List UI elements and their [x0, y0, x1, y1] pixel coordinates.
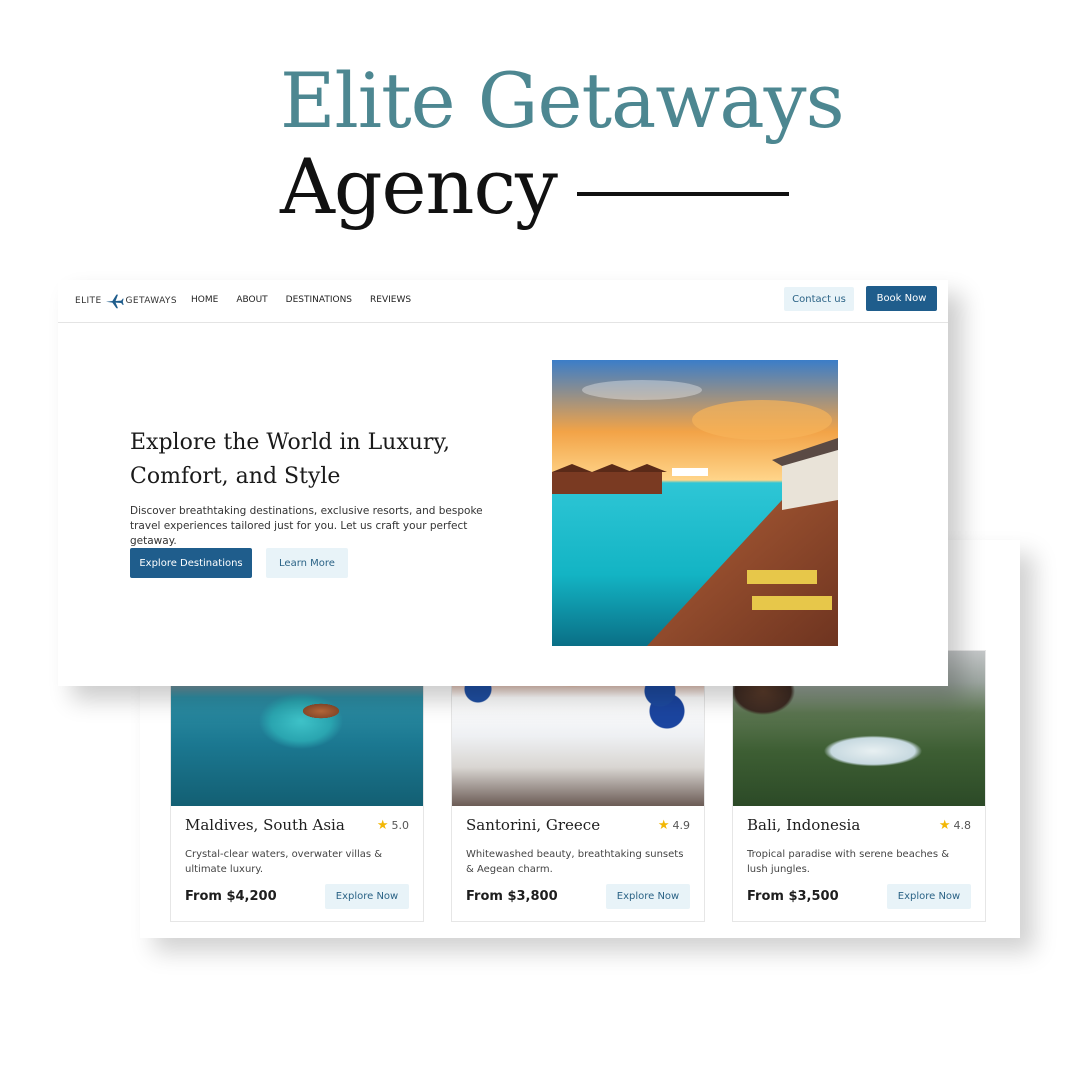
destination-name: Maldives, South Asia — [185, 816, 345, 834]
logo-text-left: ELITE — [75, 296, 102, 306]
destination-card-santorini[interactable]: Santorini, Greece ★ 4.9 Whitewashed beaut… — [451, 650, 705, 922]
website-hero-panel: ELITE GETAWAYS HOME ABOUT DESTINATIONS R… — [58, 280, 948, 686]
title-line-2: Agency — [280, 144, 844, 230]
navbar: ELITE GETAWAYS HOME ABOUT DESTINATIONS R… — [58, 280, 948, 323]
hero-image — [552, 360, 838, 646]
nav-links: HOME ABOUT DESTINATIONS REVIEWS — [191, 295, 411, 305]
destination-rating: ★ 5.0 — [376, 818, 409, 833]
explore-now-button[interactable]: Explore Now — [606, 884, 690, 909]
star-icon: ★ — [657, 818, 670, 833]
star-icon: ★ — [938, 818, 951, 833]
title-rule — [576, 192, 789, 196]
destination-price: From $4,200 — [185, 889, 277, 904]
star-icon: ★ — [376, 818, 389, 833]
destination-name: Santorini, Greece — [466, 816, 601, 834]
hero-subtitle: Discover breathtaking destinations, excl… — [130, 505, 483, 547]
destination-price: From $3,800 — [466, 889, 558, 904]
agency-title: Elite Getaways Agency — [280, 56, 845, 230]
title-line-2-text: Agency — [280, 142, 558, 231]
destination-card-bali[interactable]: Bali, Indonesia ★ 4.8 Tropical paradise w… — [732, 650, 986, 922]
contact-us-button[interactable]: Contact us — [784, 287, 854, 311]
destination-description: Tropical paradise with serene beaches & … — [747, 849, 950, 875]
destination-rating: ★ 4.8 — [938, 818, 971, 833]
title-line-1: Elite Getaways — [280, 56, 845, 145]
destination-price: From $3,500 — [747, 889, 839, 904]
destination-name: Bali, Indonesia — [747, 816, 861, 834]
explore-now-button[interactable]: Explore Now — [887, 884, 971, 909]
learn-more-button[interactable]: Learn More — [266, 548, 348, 578]
destination-card-maldives[interactable]: Maldives, South Asia ★ 5.0 Crystal-clear … — [170, 650, 424, 922]
nav-destinations[interactable]: DESTINATIONS — [286, 295, 352, 305]
logo-text-right: GETAWAYS — [125, 296, 177, 306]
nav-reviews[interactable]: REVIEWS — [370, 295, 411, 305]
nav-about[interactable]: ABOUT — [236, 295, 267, 305]
hero-headline: Explore the World in Luxury, Comfort, an… — [130, 430, 450, 489]
book-now-button[interactable]: Book Now — [866, 286, 937, 311]
explore-now-button[interactable]: Explore Now — [325, 884, 409, 909]
airplane-icon — [105, 294, 124, 309]
explore-destinations-button[interactable]: Explore Destinations — [130, 548, 252, 578]
destination-description: Whitewashed beauty, breathtaking sunsets… — [466, 849, 684, 875]
destination-description: Crystal-clear waters, overwater villas &… — [185, 849, 383, 875]
nav-home[interactable]: HOME — [191, 295, 218, 305]
logo[interactable]: ELITE GETAWAYS — [75, 293, 177, 309]
destination-rating: ★ 4.9 — [657, 818, 690, 833]
